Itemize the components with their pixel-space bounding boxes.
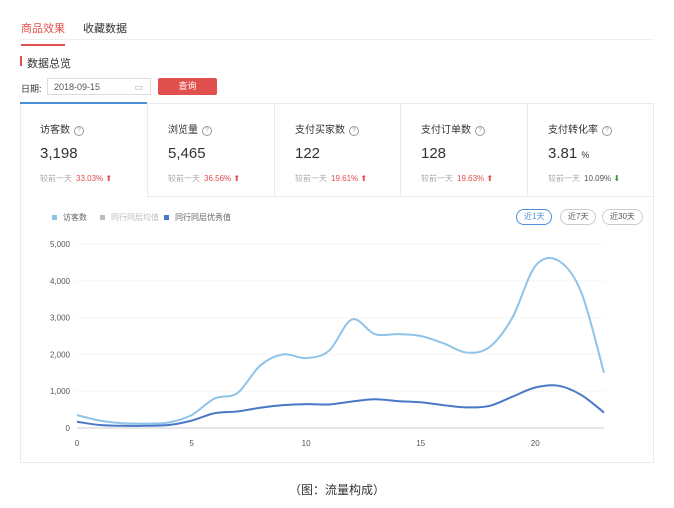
y-tick-label: 4,000 (50, 277, 71, 286)
x-tick-label: 0 (75, 439, 80, 448)
series-line-visitors (76, 256, 605, 425)
y-tick-label: 1,000 (50, 387, 71, 396)
traffic-line-chart: 0 1,000 2,000 3,000 4,000 5,000 0 5 10 15 20 (50, 240, 605, 448)
y-tick-label: 2,000 (50, 350, 71, 359)
y-tick-label: 0 (66, 424, 71, 433)
figure-caption: （图：流量构成） (288, 483, 385, 497)
x-tick-label: 15 (416, 439, 425, 448)
x-tick-label: 10 (302, 439, 311, 448)
y-tick-label: 3,000 (50, 314, 71, 323)
x-tick-label: 5 (189, 439, 194, 448)
y-tick-label: 5,000 (50, 240, 71, 249)
x-tick-label: 20 (531, 439, 540, 448)
series-line-excellent (76, 384, 605, 427)
